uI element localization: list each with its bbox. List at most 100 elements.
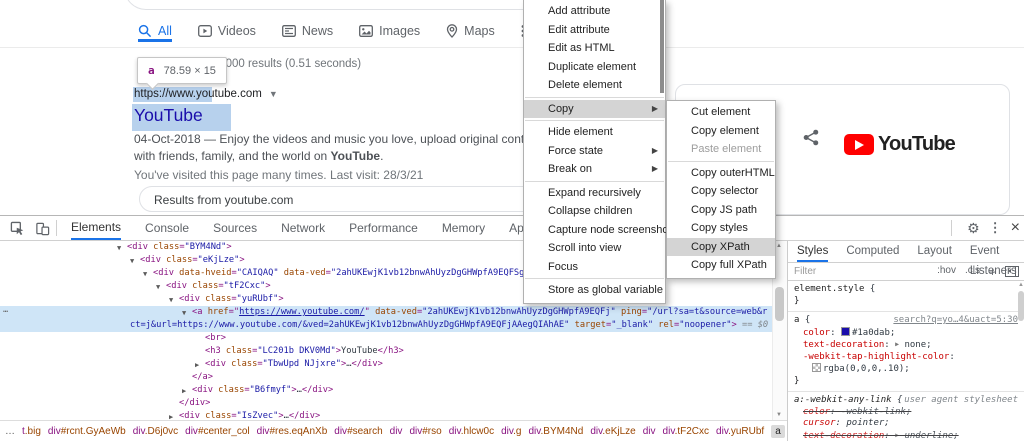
scroll-up-icon[interactable]: ▲ (776, 243, 782, 249)
menu-item-store-as-global-variable[interactable]: Store as global variable (524, 281, 665, 300)
css-property[interactable]: cursor: pointer; (794, 418, 1024, 430)
tab-videos[interactable]: Videos (198, 24, 256, 42)
expand-arrow-closed-icon[interactable]: ▶ (195, 359, 199, 372)
expand-arrow-open-icon[interactable]: ▼ (130, 255, 134, 268)
breadcrumb-item[interactable]: a (771, 425, 785, 438)
devtools-tab-sources[interactable]: Sources (213, 218, 257, 239)
new-style-rule-button[interactable]: + (989, 265, 996, 279)
breadcrumb-item[interactable]: div#center_col (185, 426, 250, 437)
css-property[interactable]: text-decoration: ▶ underline; (794, 430, 1024, 441)
devtools-tab-performance[interactable]: Performance (349, 218, 418, 239)
scroll-down-icon[interactable]: ▼ (776, 412, 782, 418)
menu-item-force-state[interactable]: Force state▶ (524, 142, 665, 161)
expand-arrow-open-icon[interactable]: ▼ (156, 281, 160, 294)
tab-maps[interactable]: Maps (446, 24, 495, 42)
css-property[interactable]: color: -webkit-link; (794, 407, 1024, 419)
css-property[interactable]: text-decoration: ▶ none; (794, 339, 1024, 352)
dom-row[interactable]: <h3 class="LC201b DKV0Md">YouTube</h3> (0, 345, 772, 358)
tab-news[interactable]: News (282, 24, 333, 42)
expand-arrow-open-icon[interactable]: ▼ (117, 242, 121, 255)
devtools-tab-network[interactable]: Network (281, 218, 325, 239)
breadcrumb-item[interactable]: div.yuRUbf (716, 426, 764, 437)
sidebar-tab-styles[interactable]: Styles (797, 241, 828, 262)
css-property[interactable]: rgba(0,0,0,.10); (794, 363, 1024, 376)
dom-row-selected[interactable]: ct=j&url=https://www.youtube.com/&ved=2a… (0, 319, 772, 332)
css-property[interactable]: -webkit-tap-highlight-color: (794, 352, 1024, 364)
chevron-down-icon[interactable]: ▼ (269, 89, 278, 99)
css-property[interactable]: color: #1a0dab; (794, 327, 1024, 340)
menu-item-scroll-into-view[interactable]: Scroll into view (524, 239, 665, 258)
dom-row-selected[interactable]: ⋯▼<a href="https://www.youtube.com/" dat… (0, 306, 772, 319)
breadcrumb-overflow[interactable]: … (5, 426, 15, 437)
sidebar-tab-computed[interactable]: Computed (846, 241, 899, 262)
dom-row[interactable]: ▶<div class="B6fmyf">…</div> (0, 384, 772, 397)
submenu-item-copy-full-xpath[interactable]: Copy full XPath (667, 256, 775, 275)
scrollbar-thumb[interactable] (775, 287, 784, 321)
dom-row[interactable]: <br> (0, 332, 772, 345)
dom-row[interactable]: </a> (0, 371, 772, 384)
submenu-item-copy-styles[interactable]: Copy styles (667, 219, 775, 238)
expand-arrow-open-icon[interactable]: ▼ (169, 294, 173, 307)
expand-arrow-closed-icon[interactable]: ▶ (182, 385, 186, 398)
dom-row[interactable]: ▶<div class="IsZvec">…</div> (0, 410, 772, 420)
submenu-item-copy-js-path[interactable]: Copy JS path (667, 201, 775, 220)
dom-row[interactable]: </div> (0, 397, 772, 410)
close-icon[interactable]: × (1011, 219, 1020, 237)
breadcrumb-item[interactable]: div#res.eqAnXb (257, 426, 328, 437)
menu-item-hide-element[interactable]: Hide element (524, 123, 665, 142)
rule-selector-line[interactable]: element.style { (794, 284, 1024, 296)
toggle-cls-button[interactable]: .cls (965, 265, 980, 279)
devtools-tab-console[interactable]: Console (145, 218, 189, 239)
submenu-item-cut-element[interactable]: Cut element (667, 103, 775, 122)
breadcrumb-item[interactable]: div (390, 426, 403, 437)
tab-images[interactable]: Images (359, 24, 420, 42)
submenu-item-copy-element[interactable]: Copy element (667, 122, 775, 141)
toggle-hov-button[interactable]: :hov (937, 265, 956, 279)
scrollbar-thumb[interactable] (1018, 291, 1024, 321)
menu-item-edit-attribute[interactable]: Edit attribute (524, 21, 665, 40)
menu-item-capture-node-screenshot[interactable]: Capture node screenshot (524, 221, 665, 240)
share-icon[interactable] (803, 129, 820, 151)
breadcrumb-item[interactable]: t.big (22, 426, 41, 437)
submenu-item-copy-xpath[interactable]: Copy XPath (667, 238, 775, 257)
submenu-item-copy-outerhtml[interactable]: Copy outerHTML (667, 164, 775, 183)
stylesheet-source-link[interactable]: search?q=yo…4&uact=5:30 (893, 315, 1018, 327)
breadcrumb-item[interactable]: div.eKjLze (590, 426, 635, 437)
menu-item-copy[interactable]: Copy▶ (524, 100, 665, 119)
more-options-icon[interactable]: ⋮ (989, 220, 1002, 236)
scroll-up-icon[interactable]: ▲ (1018, 282, 1024, 288)
breadcrumb-item[interactable]: div#rcnt.GyAeWb (48, 426, 126, 437)
gear-icon[interactable]: ⚙ (967, 220, 980, 237)
breadcrumb-item[interactable]: div.g (501, 426, 521, 437)
devtools-tab-memory[interactable]: Memory (442, 218, 485, 239)
breadcrumb-item[interactable]: div.BYM4Nd (528, 426, 583, 437)
breadcrumb-item[interactable]: div.hlcw0c (449, 426, 494, 437)
breadcrumb-item[interactable]: div.D6j0vc (133, 426, 178, 437)
inspect-element-icon[interactable] (9, 220, 25, 236)
menu-item-edit-as-html[interactable]: Edit as HTML (524, 39, 665, 58)
result-url[interactable]: https://www.youtube.com▼ (134, 88, 278, 100)
menu-item-focus[interactable]: Focus (524, 258, 665, 277)
sidebar-tab-event-listeners[interactable]: Event Listeners (970, 241, 1017, 262)
breadcrumb-item[interactable]: div#rso (409, 426, 441, 437)
result-title-link[interactable]: YouTube (134, 105, 203, 126)
youtube-logo[interactable]: YouTube (844, 133, 955, 156)
menu-item-break-on[interactable]: Break on▶ (524, 160, 665, 179)
devtools-tab-elements[interactable]: Elements (71, 217, 121, 240)
panel-toggle-icon[interactable] (1005, 266, 1019, 277)
expand-arrow-open-icon[interactable]: ▼ (143, 268, 147, 281)
device-toolbar-icon[interactable] (34, 220, 50, 236)
expand-arrow-closed-icon[interactable]: ▶ (169, 411, 173, 421)
menu-item-expand-recursively[interactable]: Expand recursively (524, 184, 665, 203)
breadcrumb-item[interactable]: div#search (334, 426, 382, 437)
expand-arrow-open-icon[interactable]: ▼ (182, 307, 186, 320)
tab-all[interactable]: All (138, 24, 172, 42)
dom-row[interactable]: ▶<div class="TbwUpd NJjxre">…</div> (0, 358, 772, 371)
menu-item-add-attribute[interactable]: Add attribute (524, 2, 665, 21)
breadcrumb-item[interactable]: div (643, 426, 656, 437)
menu-item-duplicate-element[interactable]: Duplicate element (524, 58, 665, 77)
breadcrumb-item[interactable]: div.tF2Cxc (663, 426, 710, 437)
menu-item-delete-element[interactable]: Delete element (524, 76, 665, 95)
submenu-item-copy-selector[interactable]: Copy selector (667, 182, 775, 201)
menu-item-collapse-children[interactable]: Collapse children (524, 202, 665, 221)
